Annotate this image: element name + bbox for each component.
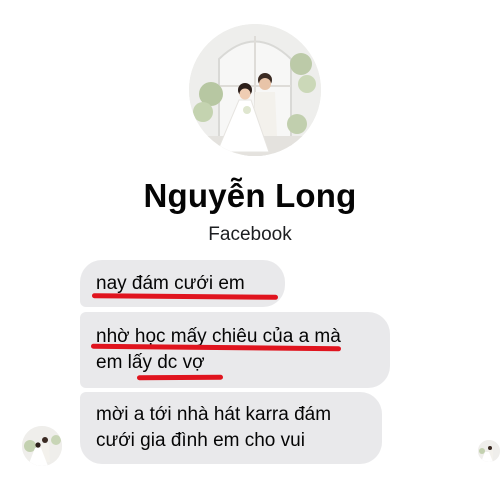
sender-avatar[interactable] (22, 426, 62, 466)
seen-avatar (478, 440, 500, 462)
message-text: mời a tới nhà hát karra đám (96, 404, 332, 425)
seen-avatar-image (478, 440, 500, 462)
message-bubble[interactable]: nay đám cưới em (80, 260, 285, 307)
avatar-image (22, 426, 62, 466)
profile-name: Nguyễn Long (143, 177, 357, 214)
wedding-photo-image (189, 24, 321, 156)
profile-photo[interactable] (189, 24, 321, 156)
message-text: cưới gia đình em cho vui (96, 430, 305, 451)
red-underline-mark (136, 374, 224, 381)
messenger-chat-screen: Nguyễn Long Facebook nay đám cưới em nhờ… (0, 0, 500, 477)
message-text: em lấy dc vợ (96, 352, 205, 373)
profile-subtitle: Facebook (208, 224, 292, 245)
message-bubble[interactable]: mời a tới nhà hát karra đám cưới gia đìn… (80, 392, 382, 464)
